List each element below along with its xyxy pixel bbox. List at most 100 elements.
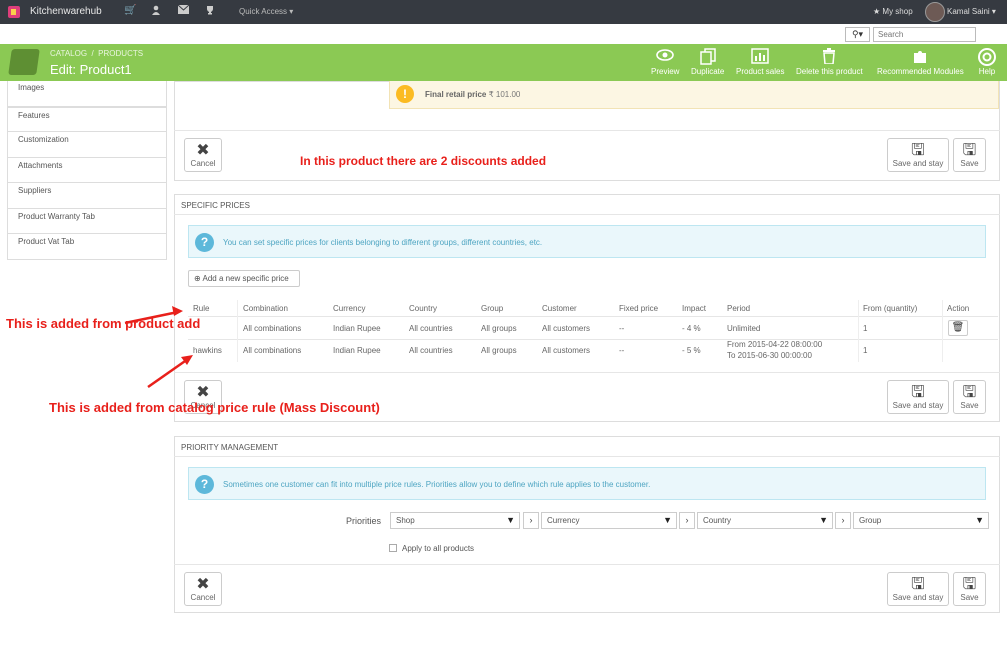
copy-icon: [699, 48, 717, 65]
apply-all-checkbox[interactable]: [389, 544, 397, 552]
user-menu[interactable]: Kamal Saini ▾: [947, 7, 996, 16]
warning-icon: !: [396, 85, 414, 103]
delete-product-button[interactable]: Delete this product: [796, 48, 863, 76]
customers-icon[interactable]: [150, 5, 162, 17]
sidebar-item-vat[interactable]: Product Vat Tab: [7, 234, 167, 260]
puzzle-icon: [911, 48, 929, 65]
apply-all-label: Apply to all products: [402, 544, 475, 553]
search-icon: ⚲: [851, 29, 859, 39]
lifebuoy-icon: [978, 48, 996, 66]
final-price-label: Final retail price: [425, 90, 487, 99]
close-icon: ✖: [196, 384, 210, 401]
add-specific-price-button[interactable]: ⊕ Add a new specific price: [188, 270, 300, 287]
floppy-icon: 🖫: [911, 576, 925, 593]
chevron-right-icon: ›: [835, 512, 851, 529]
sidebar-item-images[interactable]: Images: [7, 81, 167, 107]
page-header: CATALOG / PRODUCTS Edit: Product1 Previe…: [0, 44, 1007, 81]
divider: [174, 214, 1000, 215]
save-button[interactable]: 🖫 Save: [953, 138, 986, 172]
product-tabs-sidebar: Images Features Customization Attachment…: [7, 81, 167, 260]
floppy-icon: 🖫: [911, 142, 925, 159]
duplicate-button[interactable]: Duplicate: [691, 48, 724, 76]
divider: [188, 339, 998, 340]
cart-icon[interactable]: 🛒: [124, 5, 136, 17]
star-icon: ★: [873, 7, 881, 16]
shop-logo-icon[interactable]: [7, 5, 21, 19]
col-impact: Impact: [682, 304, 707, 313]
cancel-button[interactable]: ✖ Cancel: [184, 138, 222, 172]
search-bar: ⚲▾: [0, 24, 1007, 44]
trash-icon: 🗑: [951, 322, 965, 333]
save-button[interactable]: 🖫 Save: [953, 380, 986, 414]
divider: [188, 316, 998, 317]
divider: [174, 130, 1000, 131]
sidebar-item-warranty[interactable]: Product Warranty Tab: [7, 208, 167, 234]
annotation-product-add: This is added from product add: [6, 316, 201, 331]
priority-select-4[interactable]: Group ▼: [853, 512, 989, 529]
save-and-stay-button[interactable]: 🖫 Save and stay: [887, 572, 949, 606]
divider: [174, 564, 1000, 565]
annotation-catalog-rule: This is added from catalog price rule (M…: [49, 400, 380, 415]
chevron-right-icon: ›: [679, 512, 695, 529]
col-rule: Rule: [193, 304, 210, 313]
breadcrumb-catalog[interactable]: CATALOG: [50, 49, 87, 58]
trash-icon: [820, 48, 838, 65]
floppy-icon: 🖫: [911, 384, 925, 401]
sidebar-item-attachments[interactable]: Attachments: [7, 157, 167, 183]
help-icon: ?: [195, 475, 214, 494]
search-type-dropdown[interactable]: ⚲▾: [845, 27, 870, 42]
col-group: Group: [481, 304, 504, 313]
priority-select-3[interactable]: Country ▼: [697, 512, 833, 529]
avatar[interactable]: [925, 2, 945, 22]
divider: [174, 372, 1000, 373]
help-icon: ?: [195, 233, 214, 252]
messages-icon[interactable]: [177, 4, 189, 17]
recommended-modules-button[interactable]: Recommended Modules: [877, 48, 964, 76]
preview-button[interactable]: Preview: [651, 48, 679, 76]
sidebar-item-suppliers[interactable]: Suppliers: [7, 183, 167, 209]
page-title: Edit: Product1: [50, 62, 132, 77]
bar-chart-icon: [751, 48, 769, 65]
eye-icon: [656, 48, 675, 65]
final-price-value: ₹ 101.00: [488, 90, 521, 99]
specific-prices-heading: SPECIFIC PRICES: [181, 201, 250, 210]
close-icon: ✖: [196, 576, 210, 593]
cancel-button[interactable]: ✖ Cancel: [184, 572, 222, 606]
plus-circle-icon: ⊕: [194, 274, 201, 283]
sidebar-item-customization[interactable]: Customization: [7, 132, 167, 158]
floppy-icon: 🖫: [962, 384, 977, 401]
floppy-icon: 🖫: [962, 142, 977, 159]
close-icon: ✖: [196, 142, 210, 159]
help-button[interactable]: Help: [978, 48, 996, 76]
divider: [174, 456, 1000, 457]
quick-access-dropdown[interactable]: Quick Access ▾: [239, 7, 293, 16]
sidebar-item-features[interactable]: Features: [7, 106, 167, 132]
chevron-right-icon: ›: [523, 512, 539, 529]
col-customer: Customer: [542, 304, 577, 313]
floppy-icon: 🖫: [962, 576, 977, 593]
save-button[interactable]: 🖫 Save: [953, 572, 986, 606]
breadcrumb-products[interactable]: PRODUCTS: [98, 49, 143, 58]
save-and-stay-button[interactable]: 🖫 Save and stay: [887, 380, 949, 414]
col-action: Action: [947, 304, 970, 313]
shop-name-link[interactable]: Kitchenwarehub: [30, 6, 102, 17]
search-input[interactable]: [873, 27, 976, 42]
col-combination: Combination: [243, 304, 288, 313]
top-navbar: Kitchenwarehub 🛒 Quick Access ▾ ★ My sho…: [0, 0, 1007, 24]
priorities-label: Priorities: [346, 516, 382, 526]
my-shop-link[interactable]: ★ My shop: [873, 7, 913, 16]
book-icon: [8, 49, 40, 75]
annotation-discounts: In this product there are 2 discounts ad…: [300, 154, 547, 168]
priority-select-2[interactable]: Currency ▼: [541, 512, 677, 529]
col-fixed-price: Fixed price: [619, 304, 659, 313]
product-sales-button[interactable]: Product sales: [736, 48, 784, 76]
col-from-quantity: From (quantity): [863, 304, 918, 313]
trophy-icon[interactable]: [204, 5, 216, 17]
col-currency: Currency: [333, 304, 366, 313]
breadcrumb: CATALOG / PRODUCTS: [50, 49, 144, 58]
col-country: Country: [409, 304, 438, 313]
final-price-alert: ! Final retail price ₹ 101.00: [389, 81, 999, 109]
save-and-stay-button[interactable]: 🖫 Save and stay: [887, 138, 949, 172]
priority-select-1[interactable]: Shop ▼: [390, 512, 520, 529]
delete-specific-price-button[interactable]: 🗑: [948, 320, 968, 336]
